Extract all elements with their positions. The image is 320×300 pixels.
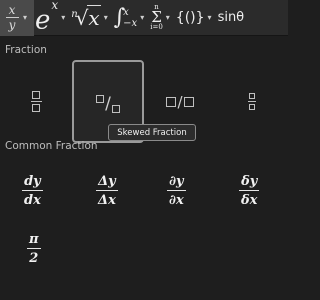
linear-fraction-icon: / [166, 93, 194, 111]
fraction-gallery-button[interactable]: x y ▾ [0, 0, 35, 36]
chevron-down-icon[interactable]: ▾ [61, 13, 65, 22]
dy-dx-fraction-button[interactable]: dy dx [22, 174, 43, 208]
section-label-common-fraction: Common Fraction [5, 140, 98, 152]
small-fraction-icon [248, 93, 256, 110]
skewed-fraction-icon: / [96, 94, 120, 114]
large-operator-icon: n Σi=0 [150, 3, 163, 31]
section-label-fraction: Fraction [5, 44, 47, 56]
chevron-down-icon[interactable]: ▾ [140, 13, 144, 22]
bracket-gallery-button[interactable]: {()} ▾ [175, 0, 217, 36]
chevron-down-icon[interactable]: ▾ [23, 13, 27, 22]
small-delta-y-delta-x-fraction-button[interactable]: δy δx [239, 174, 260, 208]
function-gallery-button[interactable]: sinθ [217, 0, 246, 36]
partial-y-partial-x-fraction-button[interactable]: ∂y ∂x [167, 174, 186, 208]
equation-toolbar: x y ▾ ex ▾ n√x ▾ ∫ x −x ▾ n Σi=0 ▾ {()} ▾ s… [0, 0, 288, 36]
small-fraction-button[interactable] [216, 60, 288, 143]
fraction-icon: x y [4, 4, 20, 31]
script-gallery-button[interactable]: ex ▾ [34, 0, 70, 36]
integral-gallery-button[interactable]: ∫ x −x ▾ [113, 0, 150, 36]
bracket-icon: {()} [175, 9, 205, 26]
integral-icon: ∫ x −x [113, 5, 138, 30]
stacked-fraction-icon [30, 91, 42, 112]
delta-y-delta-x-fraction-button[interactable]: Δy Δx [96, 174, 118, 208]
pi-over-2-fraction-button[interactable]: π 2 [27, 232, 41, 266]
tooltip: Skewed Fraction [108, 124, 196, 141]
exponent-icon: ex [35, 0, 59, 36]
radical-gallery-button[interactable]: n√x ▾ [70, 0, 113, 36]
radical-icon: n√x [71, 4, 101, 30]
large-operator-gallery-button[interactable]: n Σi=0 ▾ [149, 0, 175, 36]
chevron-down-icon[interactable]: ▾ [166, 13, 170, 22]
stacked-fraction-button[interactable] [0, 60, 72, 143]
function-icon: sinθ [217, 10, 245, 25]
chevron-down-icon[interactable]: ▾ [208, 13, 212, 22]
chevron-down-icon[interactable]: ▾ [104, 13, 108, 22]
